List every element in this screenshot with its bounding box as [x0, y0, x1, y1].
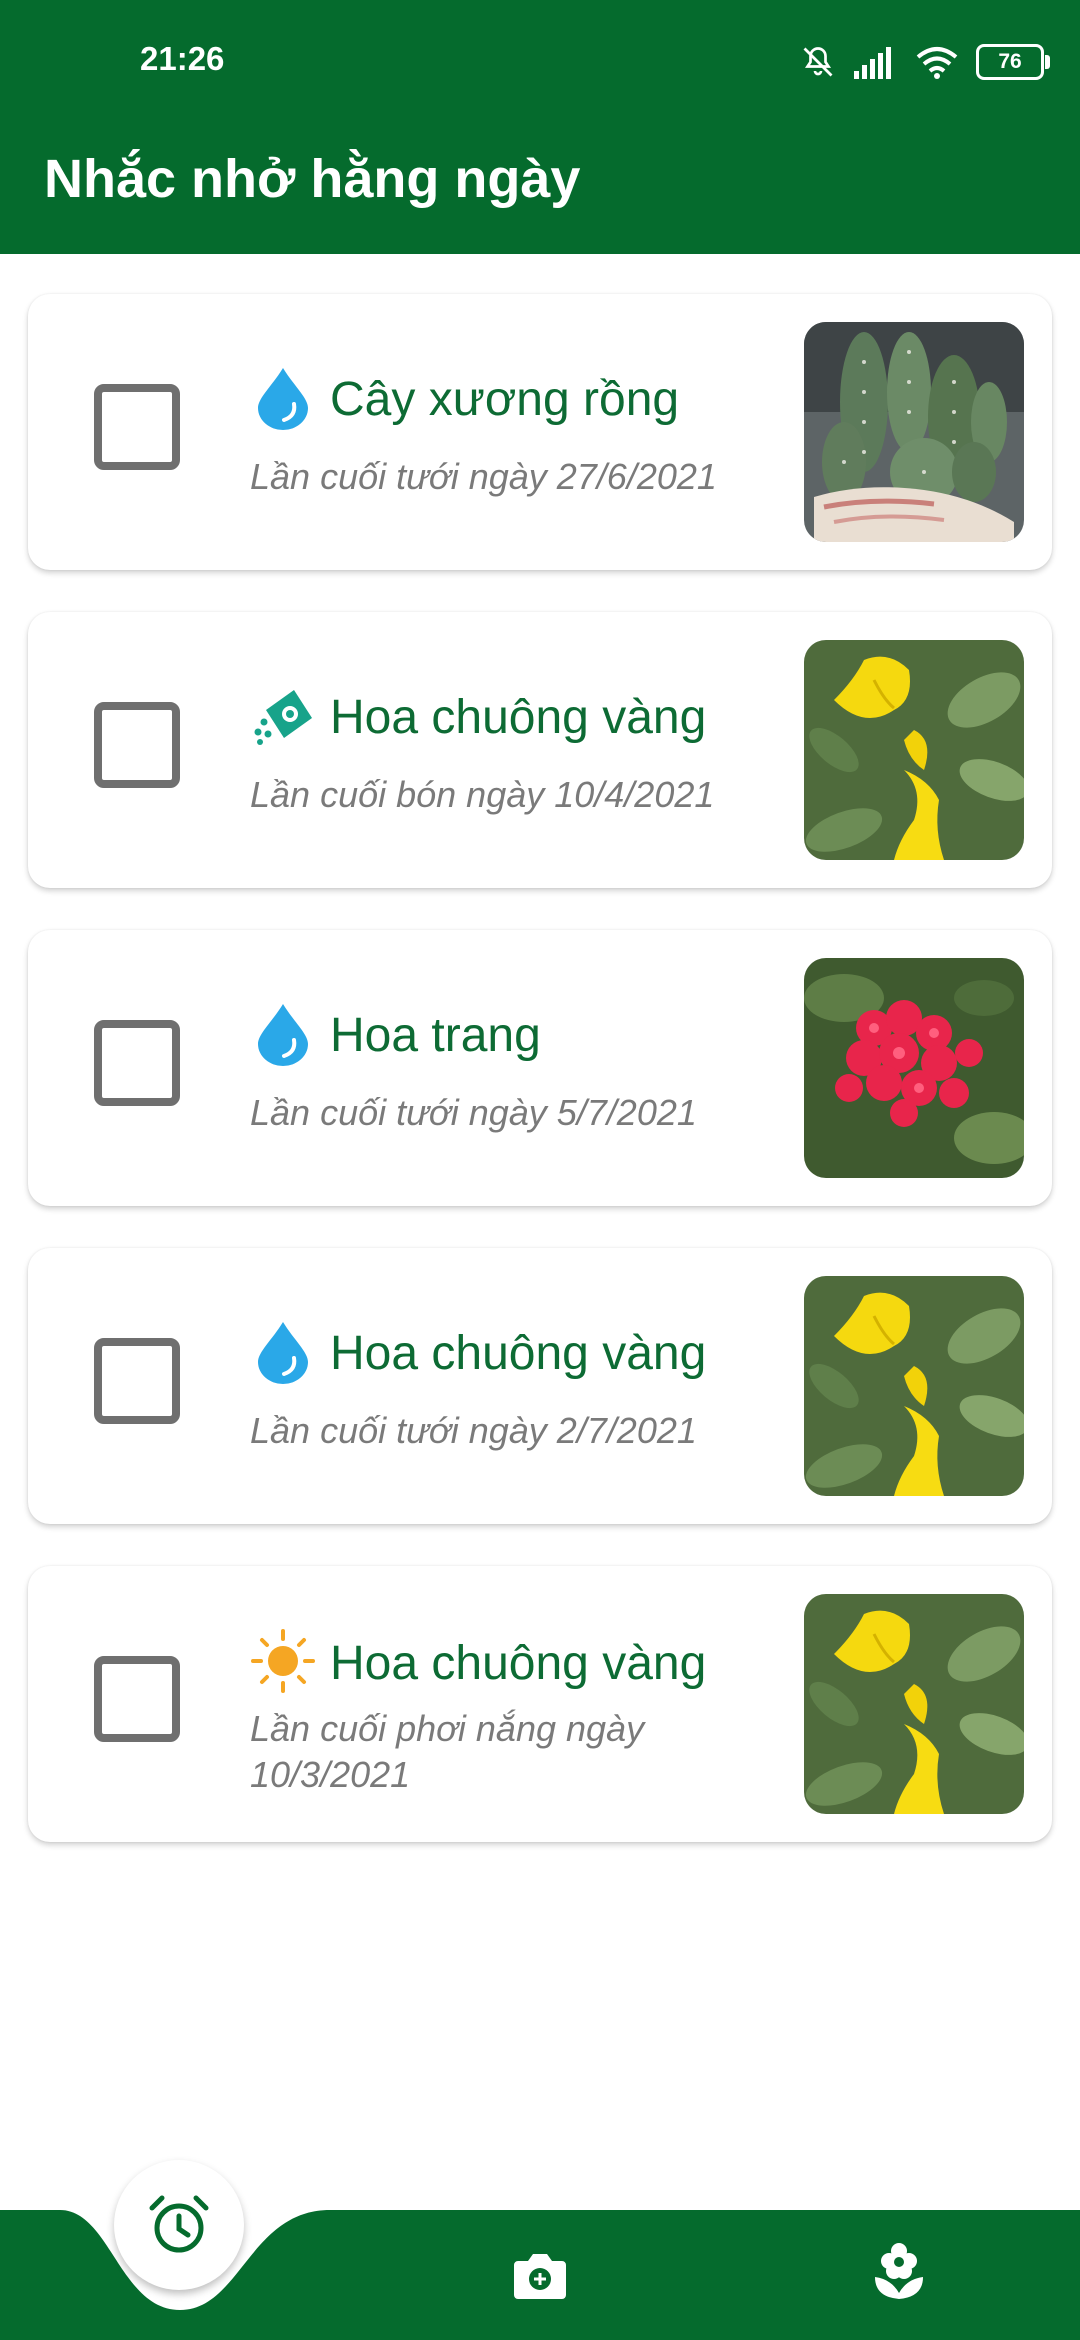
- status-time: 21:26: [140, 40, 225, 77]
- reminder-card[interactable]: Cây xương rồng Lần cuối tưới ngày 27/6/2…: [28, 294, 1052, 570]
- wifi-icon: [916, 47, 958, 79]
- plant-name: Hoa chuông vàng: [330, 1327, 707, 1380]
- plant-photo-yellow-bell: [804, 1276, 1024, 1496]
- last-care-date: Lần cuối phơi nắng ngày 10/3/2021: [250, 1708, 645, 1795]
- last-care-date: Lần cuối tưới ngày 5/7/2021: [250, 1092, 697, 1133]
- done-checkbox[interactable]: [94, 1656, 180, 1742]
- reminder-card[interactable]: Hoa chuông vàng Lần cuối tưới ngày 2/7/2…: [28, 1248, 1052, 1524]
- plant-photo-cactus: [804, 322, 1024, 542]
- page-title: Nhắc nhở hằng ngày: [44, 149, 581, 209]
- plant-name: Hoa trang: [330, 1009, 541, 1062]
- battery-icon: 76: [976, 44, 1050, 80]
- water-drop-icon: [258, 1322, 308, 1384]
- alarm-clock-icon: [149, 2195, 209, 2253]
- done-checkbox[interactable]: [94, 1020, 180, 1106]
- water-drop-icon: [258, 1004, 308, 1066]
- reminder-card[interactable]: Hoa trang Lần cuối tưới ngày 5/7/2021: [28, 930, 1052, 1206]
- camera-icon: [514, 2254, 566, 2299]
- mute-notification-icon: [803, 47, 833, 77]
- nav-plants-button[interactable]: [864, 2236, 934, 2306]
- plant-name: Cây xương rồng: [330, 373, 680, 426]
- nav-camera-button[interactable]: [505, 2240, 575, 2310]
- plant-flower-icon: [875, 2243, 923, 2299]
- reminder-card[interactable]: Hoa chuông vàng Lần cuối phơi nắng ngày …: [28, 1566, 1052, 1842]
- done-checkbox[interactable]: [94, 384, 180, 470]
- status-icons: 76: [800, 40, 1050, 84]
- last-care-date: Lần cuối tưới ngày 2/7/2021: [250, 1410, 697, 1451]
- signal-icon: [854, 47, 891, 79]
- plant-photo-yellow-bell: [804, 1594, 1024, 1814]
- reminder-card[interactable]: Hoa chuông vàng Lần cuối bón ngày 10/4/2…: [28, 612, 1052, 888]
- sun-icon: [251, 1629, 315, 1693]
- plant-name: Hoa chuông vàng: [330, 691, 707, 744]
- plant-photo-yellow-bell: [804, 640, 1024, 860]
- plant-photo-red-ixora: [804, 958, 1024, 1178]
- fertilizer-icon: [254, 690, 312, 745]
- nav-reminders-button[interactable]: [114, 2160, 244, 2290]
- app-bar: 21:26 76 Nhắc nhở hằng ngày: [0, 0, 1080, 254]
- done-checkbox[interactable]: [94, 1338, 180, 1424]
- last-care-date: Lần cuối bón ngày 10/4/2021: [250, 774, 715, 815]
- plant-name: Hoa chuông vàng: [330, 1637, 707, 1690]
- battery-level: 76: [998, 50, 1022, 73]
- done-checkbox[interactable]: [94, 702, 180, 788]
- last-care-date: Lần cuối tưới ngày 27/6/2021: [250, 456, 717, 497]
- water-drop-icon: [258, 368, 308, 430]
